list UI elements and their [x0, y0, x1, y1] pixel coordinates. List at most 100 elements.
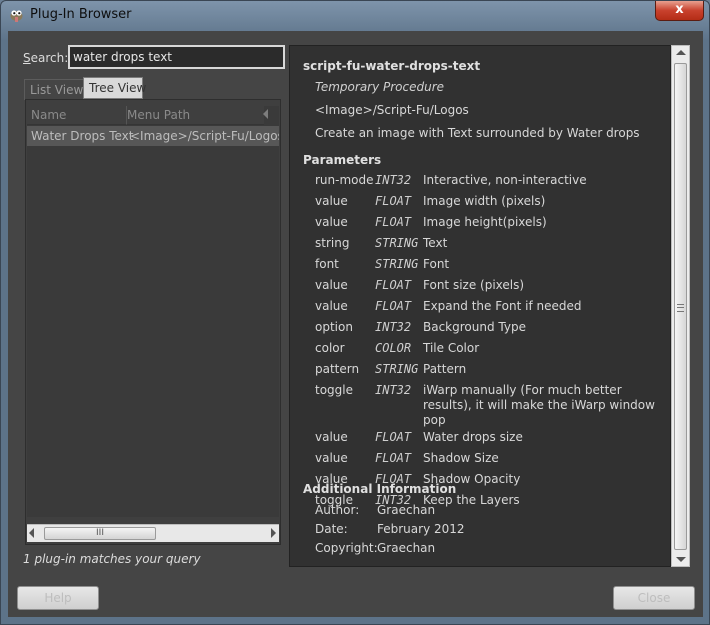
gimp-app-icon [10, 10, 23, 22]
author-value: Graechan [377, 503, 436, 517]
param-name: option [315, 320, 353, 334]
date-label: Date: [315, 522, 348, 536]
param-type: INT32 [375, 383, 412, 397]
scroll-left-arrow-icon[interactable] [29, 528, 34, 538]
title-bar[interactable]: Plug-In Browser x [1, 1, 709, 29]
param-name: value [315, 215, 348, 229]
scroll-right-arrow-icon[interactable] [271, 528, 276, 538]
param-name: value [315, 194, 348, 208]
param-type: INT32 [375, 320, 412, 334]
param-type: STRING [375, 236, 419, 250]
procedure-detail-panel: script-fu-water-drops-text Temporary Pro… [289, 45, 671, 567]
additional-info-heading: Additional Information [303, 482, 457, 496]
param-type: FLOAT [375, 430, 412, 444]
param-desc: Text [423, 236, 448, 250]
search-label-rest: earch: [30, 51, 69, 65]
param-name: value [315, 430, 348, 444]
dialog-client-area: Search: water drops text List View Tree … [8, 31, 703, 617]
parameter-row: pattern STRING Pattern [315, 360, 665, 381]
parameter-row: value FLOAT Image width (pixels) [315, 192, 665, 213]
procedure-name: script-fu-water-drops-text [303, 59, 481, 73]
param-desc: Expand the Font if needed [423, 299, 582, 313]
parameter-row: value FLOAT Expand the Font if needed [315, 297, 665, 318]
param-name: toggle [315, 383, 353, 397]
parameter-row: value FLOAT Font size (pixels) [315, 276, 665, 297]
parameter-row: color COLOR Tile Color [315, 339, 665, 360]
copyright-label: Copyright: [315, 541, 378, 555]
param-desc: Image width (pixels) [423, 194, 546, 208]
param-name: value [315, 451, 348, 465]
horizontal-scrollbar[interactable]: III [27, 524, 279, 542]
parameter-row: font STRING Font [315, 255, 665, 276]
procedure-blurb: Create an image with Text surrounded by … [315, 126, 640, 140]
vertical-scroll-thumb[interactable] [674, 63, 687, 550]
scroll-up-arrow-icon[interactable] [676, 50, 686, 55]
grip-icon [677, 304, 684, 312]
close-button[interactable]: Close [613, 586, 695, 610]
parameters-table: run-mode INT32 Interactive, non-interactiv… [315, 171, 665, 512]
param-desc: Image height(pixels) [423, 215, 547, 229]
vertical-scrollbar[interactable] [671, 45, 690, 567]
param-desc: Font size (pixels) [423, 278, 525, 292]
scroll-down-arrow-icon[interactable] [676, 557, 686, 562]
param-desc: Pattern [423, 362, 467, 376]
param-type: STRING [375, 257, 419, 271]
parameter-row: toggle INT32 iWarp manually (For much bett… [315, 381, 665, 428]
param-name: pattern [315, 362, 360, 376]
parameter-row: string STRING Text [315, 234, 665, 255]
param-name: font [315, 257, 339, 271]
param-type: FLOAT [375, 194, 412, 208]
column-header-name[interactable]: Name [27, 106, 127, 125]
param-name: color [315, 341, 345, 355]
param-name: value [315, 278, 348, 292]
parameter-row: run-mode INT32 Interactive, non-interactiv… [315, 171, 665, 192]
param-desc: Water drops size [423, 430, 523, 444]
param-desc: Font [423, 257, 450, 271]
search-label: Search: [23, 51, 68, 65]
parameter-row: value FLOAT Image height(pixels) [315, 213, 665, 234]
list-item-menu-path: <Image>/Script-Fu/Logos [130, 129, 279, 143]
param-type: STRING [375, 362, 419, 376]
list-item-name: Water Drops Text [31, 129, 134, 143]
copyright-value: Graechan [377, 541, 436, 555]
param-name: value [315, 299, 348, 313]
param-name: run-mode [315, 173, 374, 187]
param-type: INT32 [375, 173, 412, 187]
param-type: FLOAT [375, 451, 412, 465]
param-type: COLOR [375, 341, 412, 355]
param-name: string [315, 236, 350, 250]
author-label: Author: [315, 503, 360, 517]
parameter-row: option INT32 Background Type [315, 318, 665, 339]
sort-arrow-icon [263, 109, 268, 119]
procedure-menu-path: <Image>/Script-Fu/Logos [315, 103, 469, 117]
column-header-menu-path[interactable]: Menu Path [127, 106, 264, 125]
help-button[interactable]: Help [17, 586, 99, 610]
window-title: Plug-In Browser [30, 7, 132, 22]
param-type: FLOAT [375, 215, 412, 229]
search-label-mnemonic: S [23, 51, 31, 65]
tab-list-view[interactable]: List View [24, 79, 84, 100]
tab-tree-view[interactable]: Tree View [83, 77, 146, 99]
date-value: February 2012 [377, 522, 465, 536]
param-type: FLOAT [375, 299, 412, 313]
horizontal-scroll-thumb[interactable]: III [44, 527, 156, 540]
plugin-list-panel: Name Menu Path Water Drops Text <Image>/… [25, 99, 281, 545]
param-type: FLOAT [375, 278, 412, 292]
parameter-row: value FLOAT Shadow Size [315, 449, 665, 470]
match-count-text: 1 plug-in matches your query [23, 552, 201, 566]
param-desc: Background Type [423, 320, 526, 334]
parameter-row: value FLOAT Water drops size [315, 428, 665, 449]
param-desc: Shadow Opacity [423, 472, 521, 486]
param-desc: iWarp manually (For much better results)… [423, 383, 655, 427]
plugin-list[interactable]: Name Menu Path Water Drops Text <Image>/… [27, 106, 279, 517]
parameters-heading: Parameters [303, 153, 382, 167]
plugin-browser-window: Plug-In Browser x Search: water drops te… [0, 0, 710, 625]
param-desc: Keep the Layers [423, 493, 520, 507]
param-desc: Shadow Size [423, 451, 499, 465]
window-close-button[interactable]: x [655, 1, 704, 21]
param-desc: Interactive, non-interactive [423, 173, 587, 187]
procedure-type: Temporary Procedure [315, 80, 445, 94]
list-item[interactable]: Water Drops Text <Image>/Script-Fu/Logos [27, 126, 279, 146]
param-desc: Tile Color [423, 341, 480, 355]
search-input[interactable]: water drops text [68, 45, 285, 69]
